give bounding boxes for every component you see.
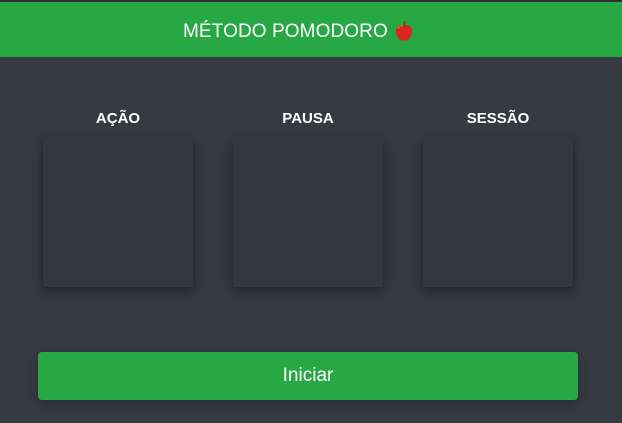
apple-icon	[394, 20, 414, 42]
pause-label: PAUSA	[282, 110, 334, 127]
start-button[interactable]: Iniciar	[38, 352, 578, 400]
action-card	[43, 137, 193, 287]
header-bar: MÉTODO POMODORO	[0, 0, 622, 57]
page-title-text: MÉTODO POMODORO	[183, 21, 388, 42]
page-title: MÉTODO POMODORO	[183, 20, 414, 44]
session-label: SESSÃO	[466, 110, 530, 127]
session-card	[423, 137, 573, 287]
pause-card	[233, 137, 383, 287]
action-label: AÇÃO	[95, 110, 141, 127]
pomodoro-app: MÉTODO POMODORO AÇÃO PAUSA SESSÃO Inicia…	[0, 0, 622, 423]
